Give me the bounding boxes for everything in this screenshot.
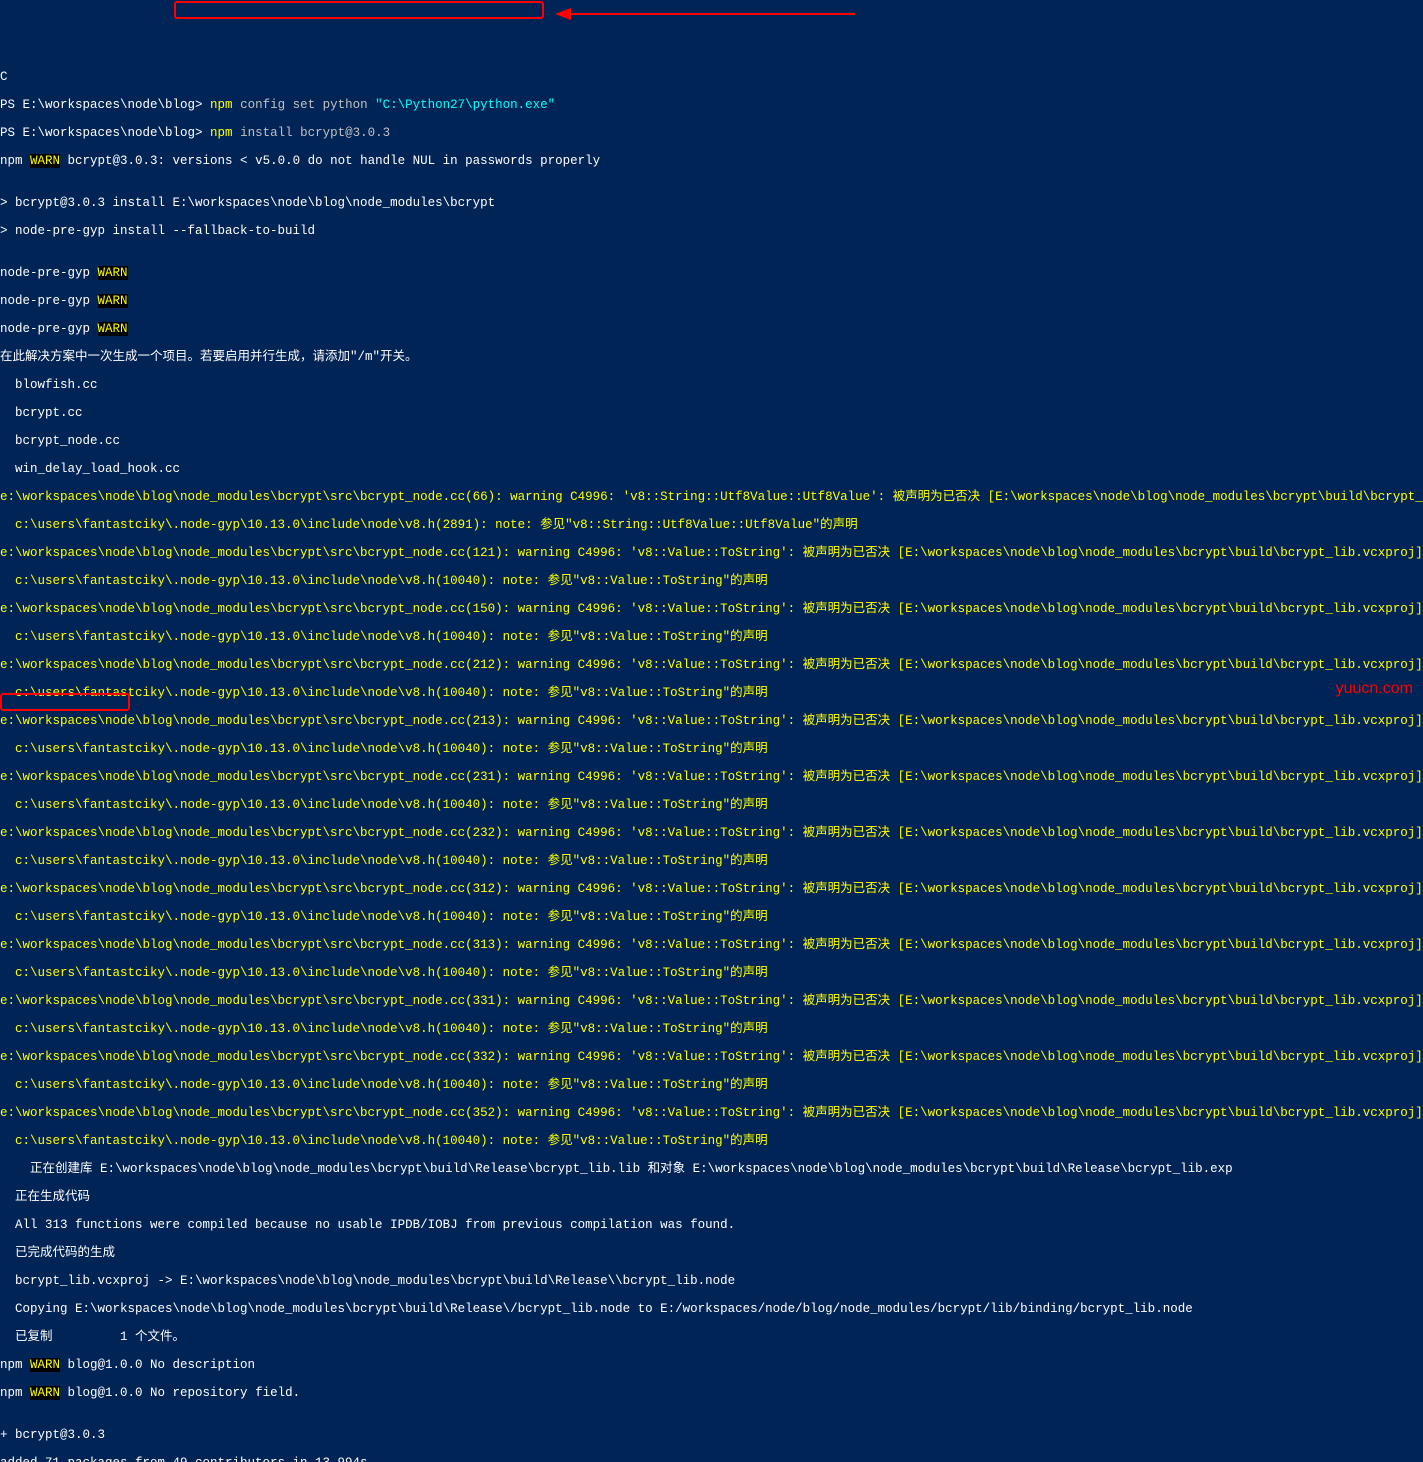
arrow-annotation-icon <box>555 4 855 24</box>
terminal-warning-line: e:\workspaces\node\blog\node_modules\bcr… <box>0 994 1423 1008</box>
terminal-line: 正在创建库 E:\workspaces\node\blog\node_modul… <box>0 1162 1423 1176</box>
terminal-warning-line: e:\workspaces\node\blog\node_modules\bcr… <box>0 1106 1423 1120</box>
terminal-output[interactable]: C PS E:\workspaces\node\blog> npm config… <box>0 56 1423 1462</box>
terminal-line: npm WARN blog@1.0.0 No repository field. <box>0 1386 1423 1400</box>
terminal-warning-line: e:\workspaces\node\blog\node_modules\bcr… <box>0 490 1423 504</box>
terminal-line: added 71 packages from 49 contributors i… <box>0 1456 1423 1462</box>
terminal-line: node-pre-gyp WARN <box>0 294 1423 308</box>
terminal-line: Copying E:\workspaces\node\blog\node_mod… <box>0 1302 1423 1316</box>
terminal-warning-line: e:\workspaces\node\blog\node_modules\bcr… <box>0 714 1423 728</box>
terminal-line: > bcrypt@3.0.3 install E:\workspaces\nod… <box>0 196 1423 210</box>
terminal-line: bcrypt_lib.vcxproj -> E:\workspaces\node… <box>0 1274 1423 1288</box>
terminal-line: All 313 functions were compiled because … <box>0 1218 1423 1232</box>
warn-badge: WARN <box>98 266 128 280</box>
terminal-warning-line: e:\workspaces\node\blog\node_modules\bcr… <box>0 770 1423 784</box>
terminal-warning-line: e:\workspaces\node\blog\node_modules\bcr… <box>0 658 1423 672</box>
terminal-line: 在此解决方案中一次生成一个项目。若要启用并行生成，请添加"/m"开关。 <box>0 350 1423 364</box>
terminal-warning-line: e:\workspaces\node\blog\node_modules\bcr… <box>0 1050 1423 1064</box>
terminal-line: C <box>0 70 1423 84</box>
terminal-line: 正在生成代码 <box>0 1190 1423 1204</box>
terminal-warning-line: e:\workspaces\node\blog\node_modules\bcr… <box>0 938 1423 952</box>
terminal-line: npm WARN bcrypt@3.0.3: versions < v5.0.0… <box>0 154 1423 168</box>
terminal-warning-line: e:\workspaces\node\blog\node_modules\bcr… <box>0 602 1423 616</box>
terminal-line: blowfish.cc <box>0 378 1423 392</box>
terminal-warning-line: c:\users\fantastciky\.node-gyp\10.13.0\i… <box>0 742 1423 756</box>
warn-badge: WARN <box>98 294 128 308</box>
terminal-warning-line: c:\users\fantastciky\.node-gyp\10.13.0\i… <box>0 798 1423 812</box>
terminal-line: node-pre-gyp WARN <box>0 266 1423 280</box>
terminal-prompt-line: PS E:\workspaces\node\blog> npm config s… <box>0 98 1423 112</box>
terminal-warning-line: c:\users\fantastciky\.node-gyp\10.13.0\i… <box>0 966 1423 980</box>
terminal-line: bcrypt_node.cc <box>0 434 1423 448</box>
terminal-line: 已完成代码的生成 <box>0 1246 1423 1260</box>
terminal-line: bcrypt.cc <box>0 406 1423 420</box>
warn-badge: WARN <box>30 154 60 168</box>
terminal-line: npm WARN blog@1.0.0 No description <box>0 1358 1423 1372</box>
terminal-warning-line: e:\workspaces\node\blog\node_modules\bcr… <box>0 546 1423 560</box>
terminal-line: + bcrypt@3.0.3 <box>0 1428 1423 1442</box>
terminal-warning-line: e:\workspaces\node\blog\node_modules\bcr… <box>0 826 1423 840</box>
terminal-warning-line: c:\users\fantastciky\.node-gyp\10.13.0\i… <box>0 630 1423 644</box>
warn-badge: WARN <box>30 1386 60 1400</box>
terminal-warning-line: c:\users\fantastciky\.node-gyp\10.13.0\i… <box>0 1134 1423 1148</box>
terminal-warning-line: c:\users\fantastciky\.node-gyp\10.13.0\i… <box>0 686 1423 700</box>
terminal-line: 已复制 1 个文件。 <box>0 1330 1423 1344</box>
terminal-warning-line: e:\workspaces\node\blog\node_modules\bcr… <box>0 882 1423 896</box>
watermark-text: yuucn.com <box>1336 682 1413 696</box>
terminal-warning-line: c:\users\fantastciky\.node-gyp\10.13.0\i… <box>0 1022 1423 1036</box>
terminal-line: > node-pre-gyp install --fallback-to-bui… <box>0 224 1423 238</box>
highlight-box-command <box>174 1 544 19</box>
terminal-warning-line: c:\users\fantastciky\.node-gyp\10.13.0\i… <box>0 910 1423 924</box>
terminal-warning-line: c:\users\fantastciky\.node-gyp\10.13.0\i… <box>0 854 1423 868</box>
terminal-warning-line: c:\users\fantastciky\.node-gyp\10.13.0\i… <box>0 1078 1423 1092</box>
terminal-line: win_delay_load_hook.cc <box>0 462 1423 476</box>
warn-badge: WARN <box>98 322 128 336</box>
terminal-warning-line: c:\users\fantastciky\.node-gyp\10.13.0\i… <box>0 518 1423 532</box>
terminal-line: node-pre-gyp WARN <box>0 322 1423 336</box>
terminal-prompt-line: PS E:\workspaces\node\blog> npm install … <box>0 126 1423 140</box>
warn-badge: WARN <box>30 1358 60 1372</box>
terminal-warning-line: c:\users\fantastciky\.node-gyp\10.13.0\i… <box>0 574 1423 588</box>
